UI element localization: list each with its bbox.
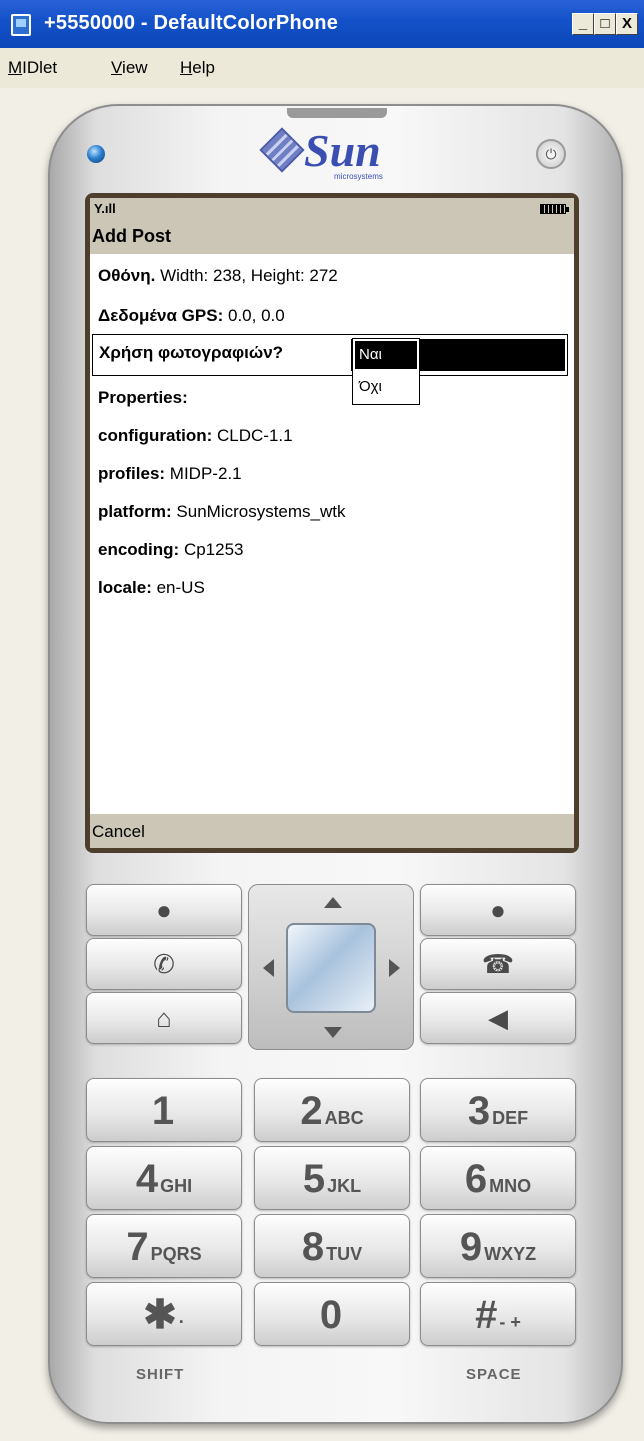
app-icon bbox=[11, 14, 31, 36]
properties-header: Properties: bbox=[98, 388, 188, 407]
property-row: configuration: CLDC-1.1 bbox=[98, 426, 293, 445]
key-0[interactable]: 0 bbox=[254, 1282, 410, 1346]
key-3[interactable]: 3 DEF bbox=[420, 1078, 576, 1142]
gps-row: Δεδομένα GPS: 0.0, 0.0 bbox=[98, 306, 285, 325]
softkey-bar: Cancel bbox=[90, 814, 574, 848]
menubar: MIDlet View Help bbox=[0, 48, 644, 88]
status-led-icon bbox=[87, 145, 105, 163]
choice-popup: Ναι Όχι bbox=[352, 338, 420, 405]
property-row: locale: en-US bbox=[98, 578, 205, 597]
battery-icon bbox=[540, 204, 569, 214]
sun-logo: Sun microsystems bbox=[259, 125, 406, 186]
dot-icon: ● bbox=[490, 895, 506, 925]
property-row: encoding: Cp1253 bbox=[98, 540, 244, 559]
clear-icon: ◀ bbox=[488, 1003, 508, 1033]
end-call-icon: ☎ bbox=[481, 949, 515, 979]
signal-strength-icon: Y.ıll bbox=[94, 201, 116, 216]
sun-logo-subtext: microsystems bbox=[334, 172, 383, 181]
clear-button[interactable]: ◀ bbox=[420, 992, 576, 1044]
menu-help[interactable]: Help bbox=[180, 58, 215, 78]
screen-size-row: Οθόνη. Width: 238, Height: 272 bbox=[98, 266, 338, 285]
space-label: SPACE bbox=[466, 1366, 522, 1383]
key-9[interactable]: 9 WXYZ bbox=[420, 1214, 576, 1278]
window-title: +5550000 - DefaultColorPhone bbox=[44, 12, 339, 34]
minimize-button[interactable]: _ bbox=[572, 13, 594, 35]
screen-title: Add Post bbox=[90, 220, 574, 254]
dpad-select-button[interactable] bbox=[286, 923, 376, 1013]
key-4[interactable]: 4 GHI bbox=[86, 1146, 242, 1210]
close-button[interactable]: X bbox=[616, 13, 638, 35]
sun-logo-text: Sun bbox=[304, 125, 381, 176]
key-5[interactable]: 5 JKL bbox=[254, 1146, 410, 1210]
option-no[interactable]: Όχι bbox=[355, 375, 417, 401]
phone-body: Sun microsystems ⏻ Y.ıll Add Post Οθόνη.… bbox=[48, 104, 623, 1424]
left-softkey-button[interactable]: ● bbox=[86, 884, 242, 936]
property-row: profiles: MIDP-2.1 bbox=[98, 464, 242, 483]
sun-diamond-icon bbox=[259, 127, 305, 173]
key-7[interactable]: 7 PQRS bbox=[86, 1214, 242, 1278]
cancel-softkey[interactable]: Cancel bbox=[92, 822, 145, 841]
call-icon: ✆ bbox=[153, 949, 175, 979]
phone-top-slot bbox=[287, 108, 387, 118]
key-hash[interactable]: # - + bbox=[420, 1282, 576, 1346]
key-8[interactable]: 8 TUV bbox=[254, 1214, 410, 1278]
phone-screen: Y.ıll Add Post Οθόνη. Width: 238, Height… bbox=[90, 198, 574, 848]
right-softkey-button[interactable]: ● bbox=[420, 884, 576, 936]
key-2[interactable]: 2 ABC bbox=[254, 1078, 410, 1142]
call-button[interactable]: ✆ bbox=[86, 938, 242, 990]
status-strip: Y.ıll bbox=[90, 198, 574, 220]
end-call-button[interactable]: ☎ bbox=[420, 938, 576, 990]
dpad-right-icon[interactable] bbox=[389, 959, 400, 977]
power-icon: ⏻ bbox=[545, 146, 557, 162]
key-1[interactable]: 1 bbox=[86, 1078, 242, 1142]
dpad-left-icon[interactable] bbox=[263, 959, 274, 977]
photo-choice-group[interactable]: Χρήση φωτογραφιών? bbox=[92, 334, 568, 376]
screen-frame: Y.ıll Add Post Οθόνη. Width: 238, Height… bbox=[85, 193, 579, 853]
dpad-up-icon[interactable] bbox=[324, 897, 342, 908]
menu-midlet[interactable]: MIDlet bbox=[8, 58, 57, 78]
dot-icon: ● bbox=[156, 895, 172, 925]
shift-label: SHIFT bbox=[136, 1366, 185, 1383]
key-star[interactable]: ✱ · bbox=[86, 1282, 242, 1346]
dpad[interactable] bbox=[248, 884, 414, 1050]
property-row: platform: SunMicrosystems_wtk bbox=[98, 502, 346, 521]
dpad-down-icon[interactable] bbox=[324, 1027, 342, 1038]
menu-view[interactable]: View bbox=[111, 58, 148, 78]
power-button[interactable]: ⏻ bbox=[536, 139, 566, 169]
home-button[interactable]: ⌂ bbox=[86, 992, 242, 1044]
photo-choice-label: Χρήση φωτογραφιών? bbox=[99, 343, 284, 362]
window-titlebar: +5550000 - DefaultColorPhone _ □ X bbox=[0, 0, 644, 48]
home-icon: ⌂ bbox=[156, 1003, 172, 1033]
maximize-button[interactable]: □ bbox=[594, 13, 616, 35]
option-yes[interactable]: Ναι bbox=[355, 341, 417, 369]
key-6[interactable]: 6 MNO bbox=[420, 1146, 576, 1210]
